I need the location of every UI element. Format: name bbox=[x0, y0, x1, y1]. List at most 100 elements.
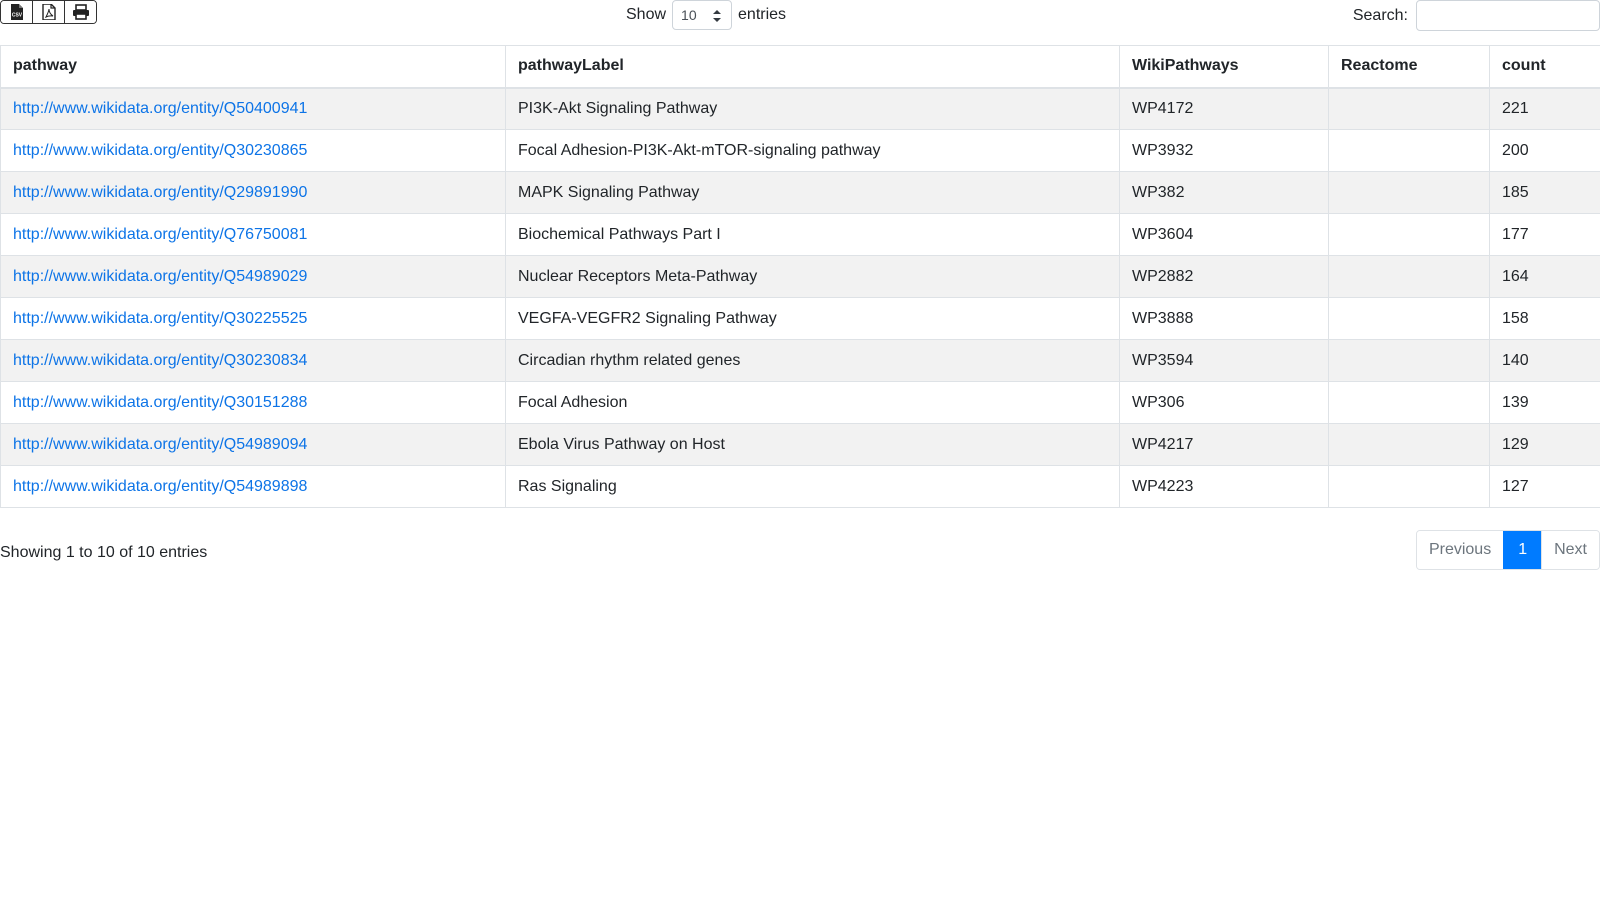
count-cell: 177 bbox=[1489, 213, 1600, 256]
wikipathways-cell: WP3594 bbox=[1119, 339, 1329, 382]
table-row: http://www.wikidata.org/entity/Q54989029… bbox=[0, 255, 1600, 298]
wikipathways-cell: WP4223 bbox=[1119, 465, 1329, 508]
pathway-link[interactable]: http://www.wikidata.org/entity/Q30225525 bbox=[13, 310, 307, 327]
column-header-wikipathways[interactable]: WikiPathways bbox=[1119, 45, 1329, 89]
count-cell: 139 bbox=[1489, 381, 1600, 424]
page-length-control: Show 10 entries bbox=[626, 0, 786, 30]
count-cell: 127 bbox=[1489, 465, 1600, 508]
pathway-link[interactable]: http://www.wikidata.org/entity/Q30230834 bbox=[13, 352, 307, 369]
pathway-label-cell: Circadian rhythm related genes bbox=[505, 339, 1120, 382]
pathway-link[interactable]: http://www.wikidata.org/entity/Q54989094 bbox=[13, 436, 307, 453]
page-length-select[interactable]: 10 bbox=[672, 0, 733, 30]
count-cell: 200 bbox=[1489, 129, 1600, 172]
pathway-label-cell: Ebola Virus Pathway on Host bbox=[505, 423, 1120, 466]
pathway-cell: http://www.wikidata.org/entity/Q76750081 bbox=[0, 213, 506, 256]
search-label: Search: bbox=[1352, 6, 1408, 24]
page-length-value: 10 bbox=[681, 7, 697, 23]
entries-label: entries bbox=[738, 6, 787, 23]
results-table: pathway pathwayLabel WikiPathways Reacto… bbox=[0, 45, 1600, 508]
pathway-link[interactable]: http://www.wikidata.org/entity/Q30151288 bbox=[13, 394, 307, 411]
table-row: http://www.wikidata.org/entity/Q54989094… bbox=[0, 423, 1600, 466]
count-cell: 164 bbox=[1489, 255, 1600, 298]
pathway-cell: http://www.wikidata.org/entity/Q54989094 bbox=[0, 423, 506, 466]
count-cell: 221 bbox=[1489, 87, 1600, 130]
count-cell: 140 bbox=[1489, 339, 1600, 382]
table-row: http://www.wikidata.org/entity/Q30230865… bbox=[0, 129, 1600, 172]
pathway-label-cell: Nuclear Receptors Meta-Pathway bbox=[505, 255, 1120, 298]
pathway-cell: http://www.wikidata.org/entity/Q50400941 bbox=[0, 87, 506, 130]
pathway-cell: http://www.wikidata.org/entity/Q30230865 bbox=[0, 129, 506, 172]
pathway-link[interactable]: http://www.wikidata.org/entity/Q76750081 bbox=[13, 226, 307, 243]
reactome-cell bbox=[1328, 423, 1490, 466]
count-cell: 158 bbox=[1489, 297, 1600, 340]
wikipathways-cell: WP382 bbox=[1119, 171, 1329, 214]
csv-file-icon: CSV bbox=[10, 4, 23, 20]
table-toolbar: CSV Show 10 entries Search: bbox=[0, 0, 1600, 44]
table-row: http://www.wikidata.org/entity/Q30230834… bbox=[0, 339, 1600, 382]
wikipathways-cell: WP3604 bbox=[1119, 213, 1329, 256]
pathway-label-cell: PI3K-Akt Signaling Pathway bbox=[505, 87, 1120, 130]
wikipathways-cell: WP306 bbox=[1119, 381, 1329, 424]
pathway-cell: http://www.wikidata.org/entity/Q29891990 bbox=[0, 171, 506, 214]
previous-page-button[interactable]: Previous bbox=[1416, 531, 1504, 569]
reactome-cell bbox=[1328, 297, 1490, 340]
pathway-cell: http://www.wikidata.org/entity/Q30230834 bbox=[0, 339, 506, 382]
pathway-label-cell: Biochemical Pathways Part I bbox=[505, 213, 1120, 256]
wikipathways-cell: WP3932 bbox=[1119, 129, 1329, 172]
table-row: http://www.wikidata.org/entity/Q54989898… bbox=[0, 465, 1600, 508]
reactome-cell bbox=[1328, 339, 1490, 382]
table-row: http://www.wikidata.org/entity/Q29891990… bbox=[0, 171, 1600, 214]
show-label: Show bbox=[626, 6, 667, 23]
csv-export-button[interactable]: CSV bbox=[1, 1, 32, 23]
page-1-button[interactable]: 1 bbox=[1503, 531, 1542, 569]
pathway-cell: http://www.wikidata.org/entity/Q30151288 bbox=[0, 381, 506, 424]
wikipathways-cell: WP3888 bbox=[1119, 297, 1329, 340]
pathway-label-cell: Focal Adhesion-PI3K-Akt-mTOR-signaling p… bbox=[505, 129, 1120, 172]
table-info: Showing 1 to 10 of 10 entries bbox=[0, 544, 208, 561]
pathway-link[interactable]: http://www.wikidata.org/entity/Q54989029 bbox=[13, 268, 307, 285]
column-header-pathway-label[interactable]: pathwayLabel bbox=[505, 45, 1120, 89]
column-header-pathway[interactable]: pathway bbox=[0, 45, 506, 89]
pagination: Previous 1 Next bbox=[1415, 530, 1600, 570]
reactome-cell bbox=[1328, 255, 1490, 298]
pathway-label-cell: VEGFA-VEGFR2 Signaling Pathway bbox=[505, 297, 1120, 340]
count-cell: 185 bbox=[1489, 171, 1600, 214]
wikipathways-cell: WP4172 bbox=[1119, 87, 1329, 130]
pathway-label-cell: MAPK Signaling Pathway bbox=[505, 171, 1120, 214]
print-icon bbox=[72, 4, 89, 20]
search-control: Search: bbox=[1353, 0, 1600, 31]
pdf-export-button[interactable] bbox=[32, 1, 64, 23]
pdf-file-icon bbox=[41, 4, 56, 20]
pathway-link[interactable]: http://www.wikidata.org/entity/Q30230865 bbox=[13, 142, 307, 159]
reactome-cell bbox=[1328, 213, 1490, 256]
pathway-link[interactable]: http://www.wikidata.org/entity/Q50400941 bbox=[13, 100, 307, 117]
export-button-group: CSV bbox=[0, 0, 97, 24]
table-row: http://www.wikidata.org/entity/Q76750081… bbox=[0, 213, 1600, 256]
table-header-row: pathway pathwayLabel WikiPathways Reacto… bbox=[0, 45, 1600, 89]
wikipathways-cell: WP2882 bbox=[1119, 255, 1329, 298]
pathway-label-cell: Ras Signaling bbox=[505, 465, 1120, 508]
reactome-cell bbox=[1328, 129, 1490, 172]
column-header-count[interactable]: count bbox=[1489, 45, 1600, 89]
svg-text:CSV: CSV bbox=[11, 13, 22, 19]
reactome-cell bbox=[1328, 171, 1490, 214]
column-header-reactome[interactable]: Reactome bbox=[1328, 45, 1490, 89]
pathway-cell: http://www.wikidata.org/entity/Q30225525 bbox=[0, 297, 506, 340]
pathway-cell: http://www.wikidata.org/entity/Q54989029 bbox=[0, 255, 506, 298]
count-cell: 129 bbox=[1489, 423, 1600, 466]
table-row: http://www.wikidata.org/entity/Q50400941… bbox=[0, 87, 1600, 130]
reactome-cell bbox=[1328, 87, 1490, 130]
table-row: http://www.wikidata.org/entity/Q30151288… bbox=[0, 381, 1600, 424]
search-input[interactable] bbox=[1416, 0, 1600, 31]
reactome-cell bbox=[1328, 381, 1490, 424]
reactome-cell bbox=[1328, 465, 1490, 508]
pathway-cell: http://www.wikidata.org/entity/Q54989898 bbox=[0, 465, 506, 508]
pathway-link[interactable]: http://www.wikidata.org/entity/Q54989898 bbox=[13, 478, 307, 495]
wikipathways-cell: WP4217 bbox=[1119, 423, 1329, 466]
print-button[interactable] bbox=[64, 1, 96, 23]
next-page-button[interactable]: Next bbox=[1541, 531, 1599, 569]
select-arrows-icon bbox=[713, 10, 722, 22]
pathway-label-cell: Focal Adhesion bbox=[505, 381, 1120, 424]
pathway-link[interactable]: http://www.wikidata.org/entity/Q29891990 bbox=[13, 184, 307, 201]
table-row: http://www.wikidata.org/entity/Q30225525… bbox=[0, 297, 1600, 340]
